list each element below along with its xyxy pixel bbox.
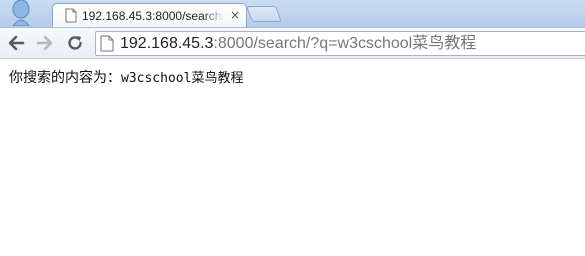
url-host: 192.168.45.3 [120, 35, 214, 52]
new-tab-button[interactable] [246, 6, 282, 22]
search-result-text: 你搜索的内容为：w3cschool菜鸟教程 [9, 69, 243, 87]
tab-strip: 192.168.45.3:8000/search/?q=w3cschool菜鸟教… [0, 0, 585, 27]
reload-icon[interactable] [64, 32, 86, 54]
page-icon [65, 8, 77, 27]
back-arrow-icon[interactable] [5, 32, 27, 54]
url-path: :8000/search/?q=w3cschool菜鸟教程 [213, 35, 477, 52]
result-query: w3cschool菜鸟教程 [121, 71, 244, 86]
browser-toolbar: 192.168.45.3:8000/search/?q=w3cschool菜鸟教… [0, 27, 585, 59]
tab-title: 192.168.45.3:8000/search/?q=w3cschool菜鸟教… [82, 9, 224, 23]
tab-active[interactable]: 192.168.45.3:8000/search/?q=w3cschool菜鸟教… [52, 3, 247, 27]
profile-avatar-icon[interactable] [8, 0, 34, 27]
address-bar[interactable]: 192.168.45.3:8000/search/?q=w3cschool菜鸟教… [95, 31, 585, 56]
page-icon [100, 35, 114, 56]
address-url[interactable]: 192.168.45.3:8000/search/?q=w3cschool菜鸟教… [120, 35, 476, 53]
forward-arrow-icon[interactable] [34, 32, 56, 54]
result-label: 你搜索的内容为： [9, 70, 121, 86]
close-tab-icon[interactable]: × [229, 9, 241, 21]
